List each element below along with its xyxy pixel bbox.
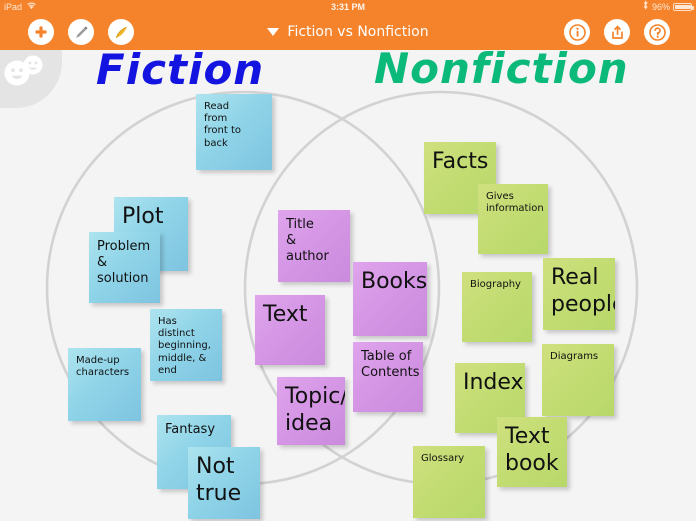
sticky-note[interactable]: Problem & solution	[89, 232, 160, 303]
section-title-fiction: Fiction	[96, 50, 265, 94]
battery-percent: 96%	[651, 2, 670, 12]
sticky-note[interactable]: Books	[353, 262, 427, 336]
sticky-note-text: Has distinct beginning, middle, & end	[158, 316, 211, 376]
sticky-note-text: Realpeople	[551, 265, 615, 317]
sticky-note[interactable]: Title & author	[278, 210, 350, 282]
sticky-note-text: Gives information	[486, 191, 544, 215]
share-icon	[611, 24, 623, 39]
whiteboard-canvas[interactable]: Fiction Nonfiction Read from front to back P…	[0, 50, 696, 521]
chevron-down-icon	[267, 28, 280, 36]
section-title-nonfiction: Nonfiction	[374, 50, 629, 93]
sticky-note-text: Table of Contents	[361, 349, 420, 380]
sticky-note-text: Topic/idea	[285, 384, 345, 436]
sticky-note-text: Title & author	[286, 217, 329, 264]
battery-icon	[673, 3, 694, 11]
document-title: Fiction vs Nonfiction	[287, 24, 429, 40]
smiley-faces-icon	[4, 55, 43, 86]
sticky-note-text: Made-up characters	[76, 355, 130, 379]
sticky-note[interactable]: Gives information	[478, 184, 548, 254]
sticky-note[interactable]: Read from front to back	[196, 94, 272, 170]
sticky-note-text: Books	[361, 269, 427, 294]
bluetooth-icon	[642, 0, 649, 14]
sticky-note-text: Diagrams	[550, 351, 599, 362]
status-right: 96%	[642, 0, 694, 14]
help-button[interactable]	[644, 19, 670, 45]
app-root: iPad 3:31 PM 96% Fiction vs Nonfiction F…	[0, 0, 696, 521]
sticky-note[interactable]: Table of Contents	[353, 342, 423, 412]
sticky-note[interactable]: Text book	[497, 417, 567, 487]
sticky-note[interactable]: Topic/idea	[277, 377, 345, 445]
status-bar: iPad 3:31 PM 96%	[0, 0, 696, 14]
sticky-note-text: Biography	[470, 279, 521, 290]
question-icon	[648, 23, 666, 41]
sticky-note-text: Read from front to back	[204, 101, 242, 149]
app-toolbar: Fiction vs Nonfiction	[0, 14, 696, 50]
sticky-note-text: Plot	[122, 204, 164, 229]
sticky-note[interactable]: Glossary	[413, 446, 485, 518]
sticky-note-text: Text	[263, 302, 308, 327]
sticky-note[interactable]: Not true	[188, 447, 260, 519]
sticky-note-text: Not true	[196, 454, 242, 506]
info-button[interactable]	[564, 19, 590, 45]
sticky-note[interactable]: Realpeople	[543, 258, 615, 330]
sticky-note-text: Problem & solution	[97, 239, 151, 286]
share-button[interactable]	[604, 19, 630, 45]
toolbar-right-buttons	[564, 19, 670, 45]
sticky-note-text: Index	[463, 370, 524, 395]
sticky-note-text: Fantasy	[165, 422, 216, 437]
sticky-note[interactable]: Has distinct beginning, middle, & end	[150, 309, 222, 381]
sticky-note[interactable]: Diagrams	[542, 344, 614, 416]
sticky-note-text: Glossary	[421, 453, 465, 464]
info-icon	[568, 23, 586, 41]
sticky-note[interactable]: Made-up characters	[68, 348, 141, 421]
clock: 3:31 PM	[330, 2, 365, 12]
sticky-note[interactable]: Biography	[462, 272, 532, 342]
sticky-note-text: Facts	[432, 149, 489, 174]
sticky-note[interactable]: Text	[255, 295, 325, 365]
sticky-note-text: Text book	[505, 424, 559, 476]
